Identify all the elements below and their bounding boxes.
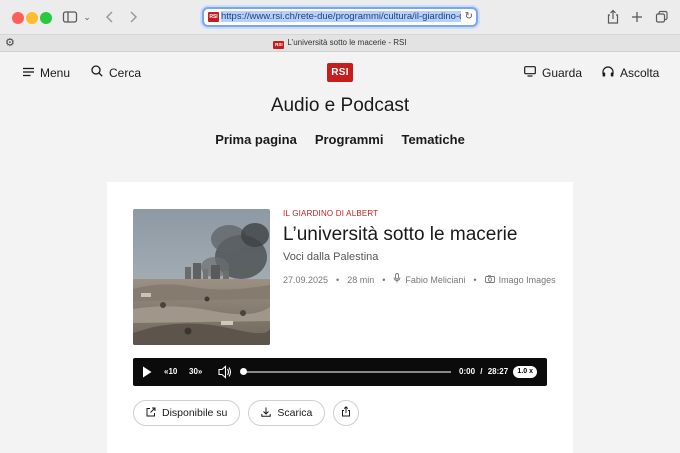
download-button[interactable]: Scarica: [248, 400, 326, 426]
search-icon: [91, 65, 103, 81]
time-display: 0:00 / 28:27: [459, 358, 508, 386]
meta-separator: •: [336, 274, 340, 285]
episode-date: 27.09.2025: [283, 274, 329, 285]
nav-tematiche[interactable]: Tematiche: [401, 131, 464, 149]
listen-button[interactable]: Ascolta: [602, 65, 659, 81]
meta-separator: •: [473, 274, 477, 285]
episode-meta: 27.09.2025 • 28 min • Fabio Meliciani • …: [283, 273, 556, 286]
sidebar-toggle-icon[interactable]: [62, 8, 78, 26]
active-tab[interactable]: RSI L’università sotto le macerie - RSI: [0, 37, 680, 49]
zoom-window-button[interactable]: [40, 12, 52, 24]
tv-icon: [524, 65, 536, 81]
rewind-10-button[interactable]: «10: [164, 358, 177, 386]
tab-bar: ⚙ RSI L’università sotto le macerie - RSI: [0, 34, 680, 52]
rewind-label: 10: [168, 367, 178, 376]
program-category[interactable]: IL GIARDINO DI ALBERT: [283, 209, 378, 219]
camera-icon: [484, 274, 495, 286]
forward-label: 30: [189, 367, 198, 376]
chevron-down-icon[interactable]: ⌄: [82, 8, 92, 26]
tab-title: L’università sotto le macerie - RSI: [287, 38, 407, 47]
current-time: 0:00: [459, 367, 476, 376]
time-separator: /: [480, 367, 483, 376]
tab-favicon: RSI: [273, 41, 285, 49]
tab-overview-icon[interactable]: [655, 8, 669, 26]
forward-icon: »: [197, 367, 203, 376]
image-credit: Imago Images: [498, 274, 556, 285]
share-icon: [341, 406, 351, 420]
download-label: Scarica: [277, 407, 313, 419]
episode-title: L’università sotto le macerie: [283, 224, 518, 245]
address-bar[interactable]: RSI https://www.rsi.ch/rete-due/programm…: [202, 7, 478, 27]
meta-separator: •: [382, 274, 386, 285]
rsi-logo[interactable]: RSI: [327, 63, 353, 82]
progress-track[interactable]: [243, 371, 451, 373]
forward-30-button[interactable]: 30»: [189, 358, 202, 386]
page-title: Audio e Podcast: [270, 95, 410, 116]
headphones-icon: [602, 65, 614, 81]
share-icon[interactable]: [606, 8, 620, 26]
watch-button[interactable]: Guarda: [524, 65, 582, 81]
minimize-window-button[interactable]: [26, 12, 38, 24]
download-icon: [261, 407, 272, 420]
playback-speed-button[interactable]: 1.0 x: [513, 366, 537, 378]
reload-icon[interactable]: ↻: [465, 10, 473, 24]
external-link-icon: [146, 407, 156, 420]
close-window-button[interactable]: [12, 12, 24, 24]
share-button[interactable]: [333, 400, 360, 426]
volume-button[interactable]: [218, 358, 232, 386]
section-nav: Prima pagina Programmi Tematiche: [0, 131, 680, 149]
new-tab-icon[interactable]: [630, 8, 644, 26]
audio-player: «10 30» 0:00 / 28:27 1.0 x: [133, 358, 547, 386]
nav-programmi[interactable]: Programmi: [315, 131, 384, 149]
back-icon[interactable]: [104, 8, 116, 26]
play-button[interactable]: [142, 358, 152, 386]
url-text[interactable]: https://www.rsi.ch/rete-due/programmi/cu…: [221, 10, 461, 24]
nav-prima-pagina[interactable]: Prima pagina: [215, 131, 297, 149]
forward-icon[interactable]: [127, 8, 139, 26]
browser-toolbar: ⌄ RSI https://www.rsi.ch/rete-due/progra…: [0, 0, 680, 34]
episode-subtitle: Voci dalla Palestina: [283, 251, 379, 263]
episode-author: Fabio Meliciani: [405, 274, 466, 285]
total-time: 28:27: [487, 367, 509, 376]
available-on-button[interactable]: Disponibile su: [133, 400, 241, 426]
site-favicon: RSI: [208, 12, 219, 22]
watch-label: Guarda: [542, 66, 583, 80]
available-on-label: Disponibile su: [162, 407, 228, 419]
search-label: Cerca: [109, 66, 142, 80]
microphone-icon: [393, 273, 401, 286]
episode-duration: 28 min: [347, 274, 375, 285]
progress-handle[interactable]: [240, 368, 247, 375]
episode-actions: Disponibile su Scarica: [133, 400, 360, 426]
episode-card: IL GIARDINO DI ALBERT L’università sotto…: [107, 182, 573, 453]
listen-label: Ascolta: [620, 66, 660, 80]
menu-label: Menu: [40, 66, 71, 80]
hamburger-icon: [23, 65, 34, 81]
site-header: Menu Cerca RSI Guarda Ascolta: [0, 53, 680, 91]
episode-image: [133, 209, 270, 345]
menu-button[interactable]: Menu: [23, 65, 70, 81]
search-button[interactable]: Cerca: [91, 65, 141, 81]
